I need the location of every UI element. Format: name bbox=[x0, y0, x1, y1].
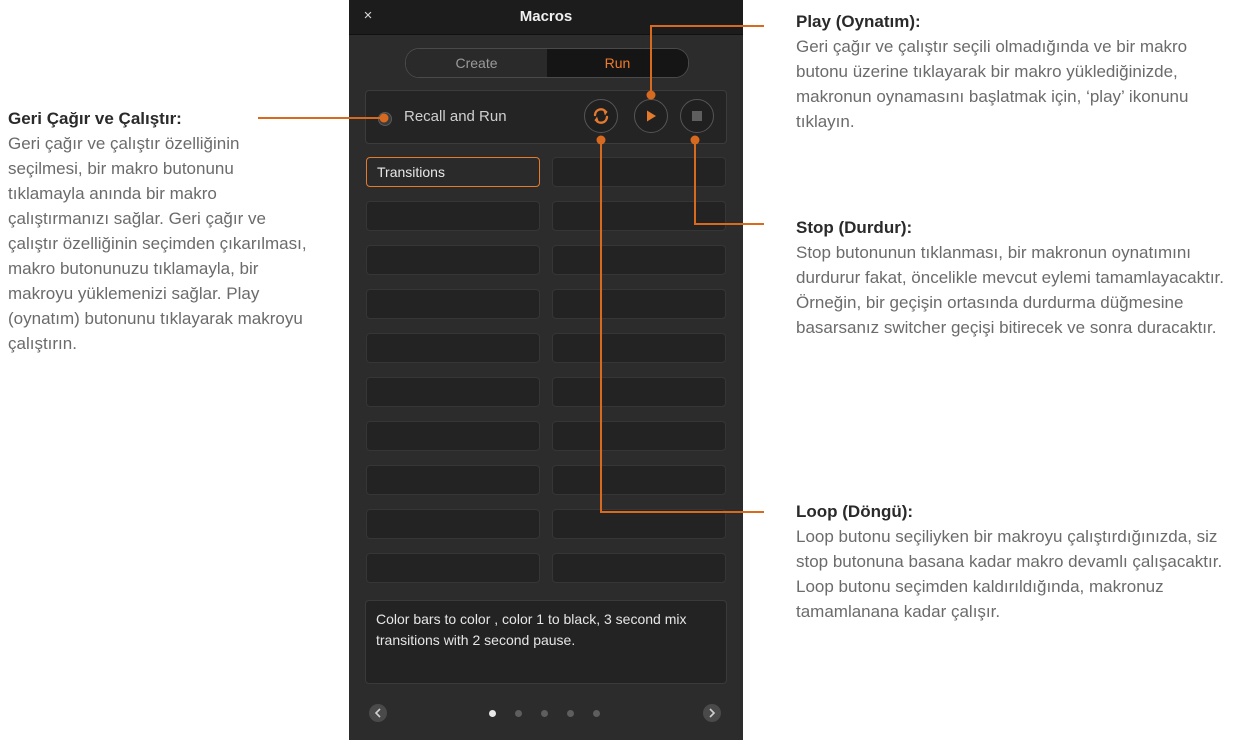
macros-panel: × Macros Create Run Recall and Run Trans… bbox=[349, 0, 743, 740]
panel-title: Macros bbox=[519, 8, 573, 25]
recall-and-run-row: Recall and Run bbox=[365, 90, 727, 144]
play-button[interactable] bbox=[634, 99, 668, 133]
stop-annotation-body: Stop butonunun tıklanması, bir makronun … bbox=[796, 243, 1225, 337]
macro-slot-label: Transitions bbox=[377, 164, 445, 180]
macro-slot[interactable] bbox=[552, 289, 726, 319]
play-icon bbox=[647, 110, 656, 122]
macro-slot[interactable] bbox=[552, 157, 726, 187]
macro-slot[interactable] bbox=[552, 421, 726, 451]
macro-slot[interactable] bbox=[366, 421, 540, 451]
macro-slot[interactable] bbox=[552, 333, 726, 363]
play-annotation: Play (Oynatım): Geri çağır ve çalıştır s… bbox=[796, 9, 1236, 134]
macro-slot[interactable] bbox=[552, 377, 726, 407]
chevron-left-icon bbox=[374, 708, 381, 718]
page-dot[interactable] bbox=[593, 710, 600, 717]
next-page-button[interactable] bbox=[703, 704, 721, 722]
stop-button[interactable] bbox=[680, 99, 714, 133]
page-dot[interactable] bbox=[541, 710, 548, 717]
recall-and-run-annotation: Geri Çağır ve Çalıştır: Geri çağır ve ça… bbox=[8, 106, 308, 356]
macro-slot[interactable] bbox=[366, 509, 540, 539]
chevron-right-icon bbox=[709, 708, 716, 718]
panel-titlebar: × Macros bbox=[349, 0, 743, 35]
macro-slot[interactable] bbox=[552, 201, 726, 231]
play-annotation-title: Play (Oynatım): bbox=[796, 12, 921, 31]
macro-slot[interactable] bbox=[552, 465, 726, 495]
create-run-toggle: Create Run bbox=[405, 48, 689, 78]
macro-slot[interactable] bbox=[552, 553, 726, 583]
loop-annotation: Loop (Döngü): Loop butonu seçiliyken bir… bbox=[796, 499, 1236, 624]
macro-slot[interactable] bbox=[366, 377, 540, 407]
macro-description: Color bars to color , color 1 to black, … bbox=[365, 600, 727, 684]
macro-slot[interactable] bbox=[366, 289, 540, 319]
stop-annotation-title: Stop (Durdur): bbox=[796, 218, 913, 237]
stop-icon bbox=[692, 111, 702, 121]
loop-annotation-title: Loop (Döngü): bbox=[796, 502, 914, 521]
loop-button[interactable] bbox=[584, 99, 618, 133]
macro-slot[interactable] bbox=[366, 553, 540, 583]
macro-slot[interactable]: Transitions bbox=[366, 157, 540, 187]
page-dot[interactable] bbox=[567, 710, 574, 717]
macro-slot[interactable] bbox=[366, 465, 540, 495]
page-dot[interactable] bbox=[515, 710, 522, 717]
macro-slot[interactable] bbox=[552, 245, 726, 275]
previous-page-button[interactable] bbox=[369, 704, 387, 722]
macro-slot[interactable] bbox=[552, 509, 726, 539]
tab-create[interactable]: Create bbox=[406, 49, 547, 77]
macro-slot[interactable] bbox=[366, 333, 540, 363]
loop-annotation-body: Loop butonu seçiliyken bir makroyu çalış… bbox=[796, 527, 1223, 621]
recall-and-run-label: Recall and Run bbox=[404, 108, 507, 125]
loop-icon bbox=[593, 108, 609, 124]
page-dot[interactable] bbox=[489, 710, 496, 717]
tab-run[interactable]: Run bbox=[547, 49, 688, 77]
macro-slot[interactable] bbox=[366, 245, 540, 275]
play-annotation-body: Geri çağır ve çalıştır seçili olmadığınd… bbox=[796, 37, 1189, 131]
macro-slot[interactable] bbox=[366, 201, 540, 231]
recall-annotation-body: Geri çağır ve çalıştır özelliğinin seçil… bbox=[8, 134, 307, 353]
stop-annotation: Stop (Durdur): Stop butonunun tıklanması… bbox=[796, 215, 1236, 340]
recall-and-run-checkbox[interactable] bbox=[378, 112, 392, 126]
recall-annotation-title: Geri Çağır ve Çalıştır: bbox=[8, 109, 182, 128]
